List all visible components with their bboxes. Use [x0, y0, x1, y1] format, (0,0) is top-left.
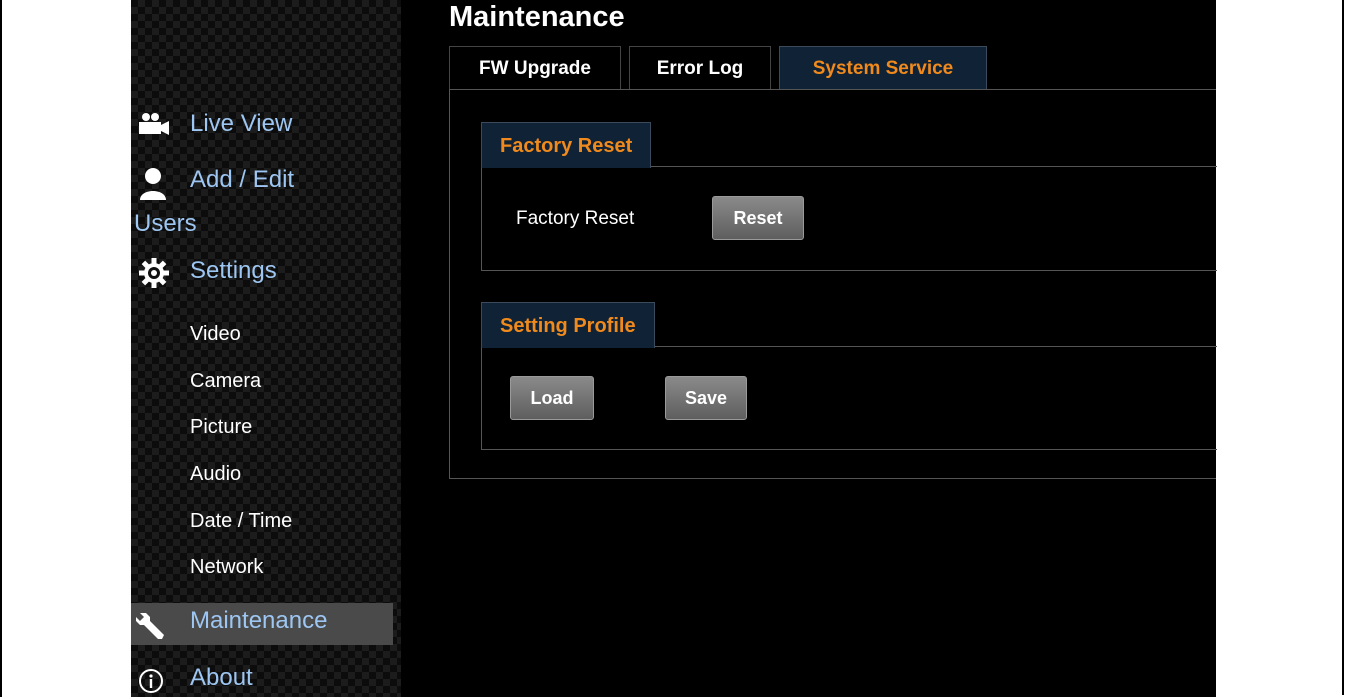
sidebar-subitem-network[interactable]: Network [190, 555, 263, 579]
sidebar-item-label: Live View [190, 110, 293, 137]
reset-button[interactable]: Reset [712, 196, 804, 240]
factory-reset-section: Factory Reset Factory Reset Reset [481, 122, 1217, 271]
info-icon [138, 668, 164, 699]
factory-reset-label: Factory Reset [516, 208, 635, 229]
sidebar-item-label: About [190, 664, 253, 691]
user-icon [139, 166, 167, 205]
sidebar-item-label: Maintenance [190, 607, 328, 634]
tab-error-log[interactable]: Error Log [629, 46, 771, 90]
load-button[interactable]: Load [510, 376, 594, 420]
save-button[interactable]: Save [665, 376, 747, 420]
tab-system-service[interactable]: System Service [779, 46, 987, 90]
sidebar: Live View Add / Edit Users Settings Vide… [131, 0, 401, 697]
sidebar-subitem-camera[interactable]: Camera [190, 369, 261, 393]
wrench-icon [136, 609, 168, 646]
sidebar-subitem-audio[interactable]: Audio [190, 462, 241, 486]
setting-profile-section: Setting Profile Load Save [481, 302, 1217, 450]
sidebar-subitem-date-time[interactable]: Date / Time [190, 509, 292, 533]
gear-icon [139, 258, 169, 293]
sidebar-subitem-video[interactable]: Video [190, 322, 241, 346]
sidebar-subitem-picture[interactable]: Picture [190, 415, 252, 439]
sidebar-item-label-continued: Users [134, 210, 197, 237]
sidebar-item-label: Add / Edit [190, 166, 295, 193]
tab-panel-system-service: Factory Reset Factory Reset Reset Settin… [449, 89, 1217, 479]
sidebar-item-label: Settings [190, 257, 277, 284]
main-content: Maintenance FW Upgrade Error Log System … [401, 0, 1217, 697]
tab-fw-upgrade[interactable]: FW Upgrade [449, 46, 621, 90]
factory-reset-section-title: Factory Reset [481, 122, 652, 168]
setting-profile-section-title: Setting Profile [481, 302, 655, 348]
page-title: Maintenance [449, 1, 625, 33]
app-window: Live View Add / Edit Users Settings Vide… [131, 0, 1217, 697]
camera-icon [137, 112, 171, 143]
